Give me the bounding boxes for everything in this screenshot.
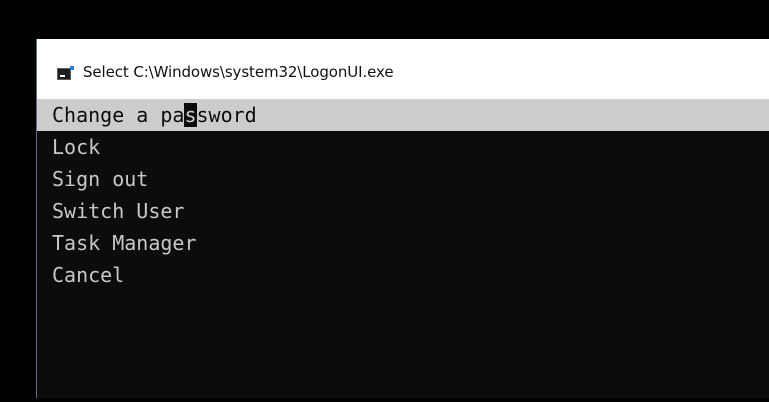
- menu-item-label-before-cursor: Change a pa: [52, 103, 185, 127]
- text-cursor: s: [184, 103, 197, 127]
- menu-item-lock[interactable]: Lock: [37, 131, 769, 163]
- menu-item-label-after-cursor: sword: [196, 103, 257, 127]
- console-window: Select C:\Windows\system32\LogonUI.exe C…: [36, 39, 769, 398]
- window-title: Select C:\Windows\system32\LogonUI.exe: [83, 63, 394, 81]
- menu-item-change-password[interactable]: Change a password: [37, 99, 769, 131]
- console-window-icon-accent: [70, 66, 74, 70]
- title-bar[interactable]: Select C:\Windows\system32\LogonUI.exe: [37, 39, 769, 99]
- menu-item-task-manager[interactable]: Task Manager: [37, 227, 769, 259]
- console-area: Change a password Lock Sign out Switch U…: [37, 99, 769, 398]
- console-window-icon: [57, 66, 74, 80]
- menu-item-cancel[interactable]: Cancel: [37, 259, 769, 291]
- console-window-icon-prompt: [60, 75, 65, 77]
- menu-item-switch-user[interactable]: Switch User: [37, 195, 769, 227]
- menu-item-sign-out[interactable]: Sign out: [37, 163, 769, 195]
